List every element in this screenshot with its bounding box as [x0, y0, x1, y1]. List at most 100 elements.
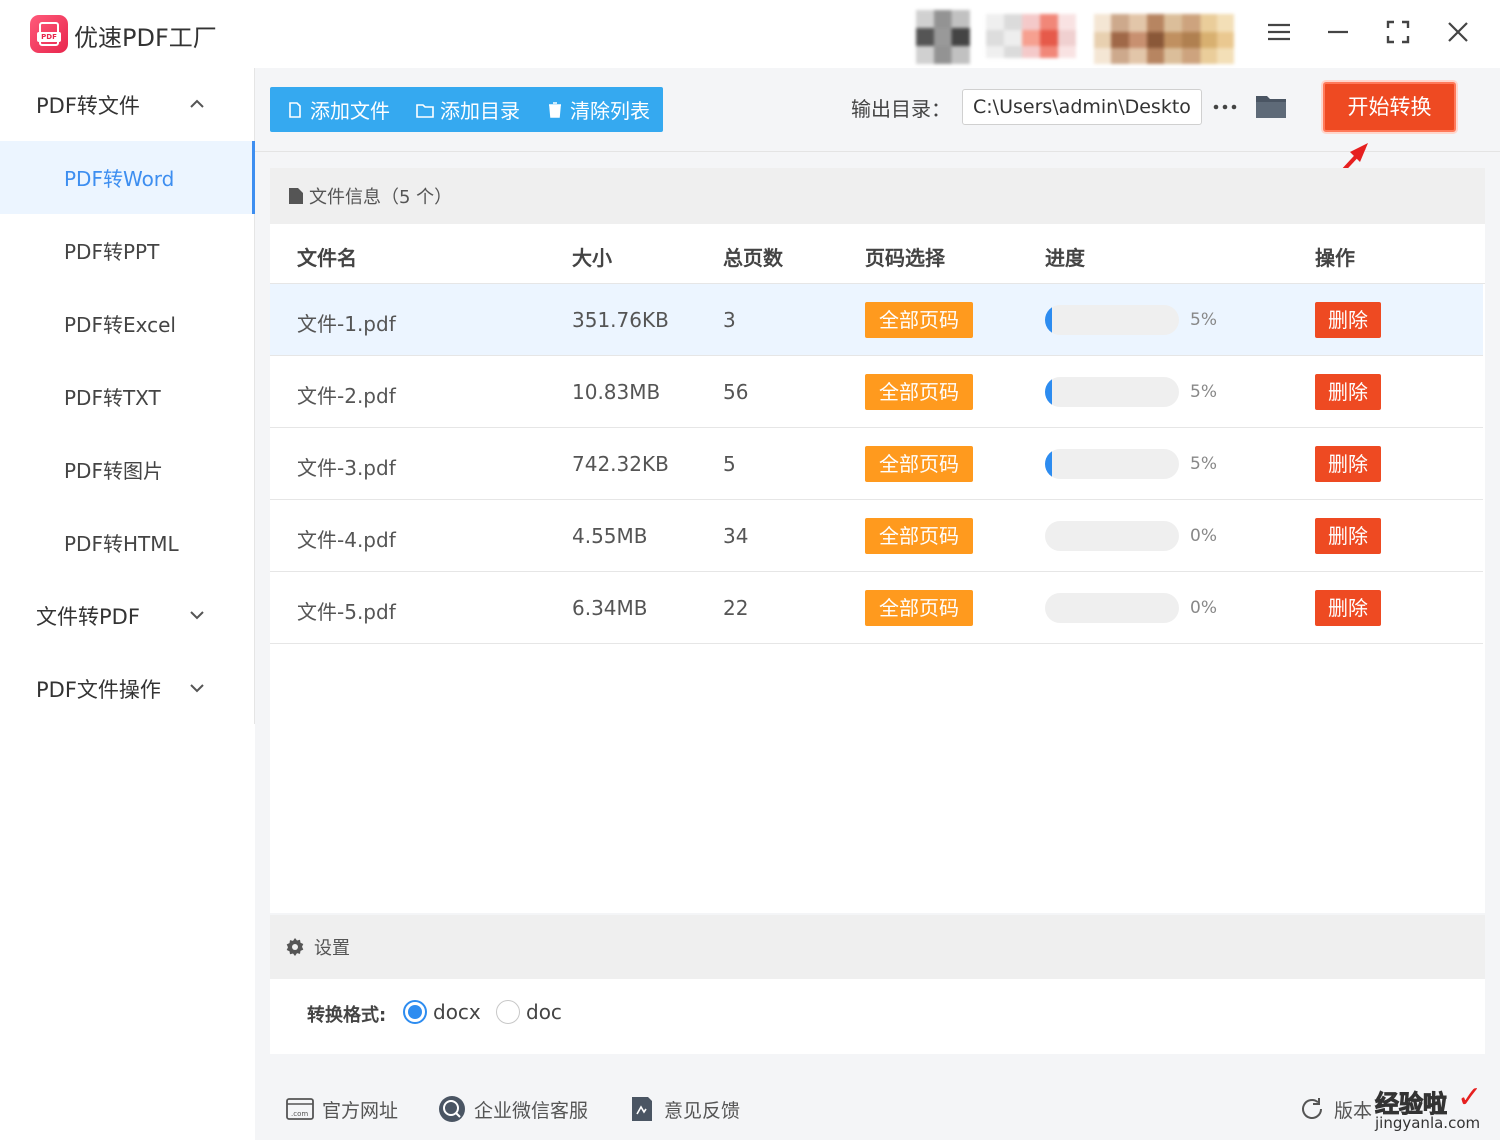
table-row[interactable]: 文件-3.pdf 742.32KB 5 全部页码 5% 删除 — [270, 428, 1483, 500]
progress-text: 5% — [1190, 454, 1217, 474]
sidebar-group-label: PDF转文件 — [36, 93, 140, 118]
page-select-button[interactable]: 全部页码 — [865, 446, 973, 482]
clear-list-button[interactable]: 清除列表 — [546, 87, 650, 132]
table-row[interactable]: 文件-1.pdf 351.76KB 3 全部页码 5% 删除 — [270, 284, 1483, 356]
page-select-button[interactable]: 全部页码 — [865, 590, 973, 626]
open-folder-icon[interactable] — [1254, 90, 1288, 122]
format-radio-doc[interactable]: doc — [496, 1000, 562, 1024]
delete-button[interactable]: 删除 — [1315, 302, 1381, 338]
page-select-button[interactable]: 全部页码 — [865, 302, 973, 338]
wechat-label: 企业微信客服 — [474, 1099, 589, 1122]
table-row[interactable]: 文件-5.pdf 6.34MB 22 全部页码 0% 删除 — [270, 572, 1483, 644]
menu-icon[interactable] — [1264, 17, 1294, 47]
sidebar-item-pdf-to-html[interactable]: PDF转HTML — [0, 506, 255, 579]
sidebar-group-label: PDF文件操作 — [36, 677, 161, 702]
footer: .com 官方网址 企业微信客服 意见反馈 版本 — [255, 1072, 1500, 1140]
sidebar-item-pdf-to-txt[interactable]: PDF转TXT — [0, 360, 255, 433]
document-icon — [289, 188, 303, 204]
sidebar-item-pdf-to-word[interactable]: PDF转Word — [0, 141, 255, 214]
radio-circle — [403, 1000, 427, 1024]
title-bar: PDF 优速PDF工厂 — [0, 0, 1500, 68]
column-header-pages: 总页数 — [723, 246, 783, 270]
minimize-icon[interactable] — [1323, 17, 1353, 47]
watermark-url: jingyanla.com — [1375, 1114, 1481, 1132]
file-name: 文件-4.pdf — [297, 528, 396, 552]
progress-fill — [1045, 377, 1052, 407]
file-size: 742.32KB — [572, 452, 669, 476]
progress-bar — [1045, 305, 1179, 335]
chevron-down-icon — [190, 611, 204, 620]
sidebar-item-pdf-to-excel[interactable]: PDF转Excel — [0, 287, 255, 360]
sidebar-item-pdf-to-image[interactable]: PDF转图片 — [0, 433, 255, 506]
page-count: 22 — [723, 596, 749, 620]
sidebar-item-label: PDF转HTML — [64, 532, 179, 556]
file-size: 6.34MB — [572, 596, 648, 620]
wechat-service-link[interactable]: 企业微信客服 — [437, 1094, 588, 1124]
feedback-label: 意见反馈 — [664, 1099, 741, 1122]
app-title: 优速PDF工厂 — [74, 24, 217, 52]
delete-button[interactable]: 删除 — [1315, 590, 1381, 626]
progress-fill — [1045, 305, 1052, 335]
column-header-size: 大小 — [572, 246, 612, 270]
convert-format-label: 转换格式: — [307, 1005, 387, 1026]
chevron-up-icon — [190, 99, 204, 108]
sidebar-item-label: PDF转PPT — [64, 240, 160, 264]
version-label: 版本 — [1334, 1099, 1373, 1122]
close-icon[interactable] — [1443, 17, 1473, 47]
progress-text: 0% — [1190, 526, 1217, 546]
radio-circle — [496, 1000, 520, 1024]
wechat-icon — [439, 1096, 465, 1122]
add-file-button[interactable]: 添加文件 — [286, 87, 390, 132]
delete-button[interactable]: 删除 — [1315, 446, 1381, 482]
folder-outline-icon — [416, 103, 434, 118]
start-convert-button[interactable]: 开始转换 — [1323, 82, 1456, 132]
feedback-icon — [632, 1097, 652, 1121]
refresh-icon — [1302, 1098, 1322, 1119]
sidebar-item-label: PDF转Excel — [64, 313, 176, 337]
add-directory-button[interactable]: 添加目录 — [416, 87, 520, 132]
sidebar-item-label: PDF转图片 — [64, 459, 163, 483]
settings-body: 转换格式: docx doc — [270, 979, 1485, 1054]
page-count: 5 — [723, 452, 736, 476]
sidebar-group-file-to-pdf[interactable]: 文件转PDF — [0, 579, 255, 652]
radio-label: doc — [526, 1000, 562, 1024]
sidebar-group-pdf-operations[interactable]: PDF文件操作 — [0, 652, 255, 725]
clear-list-label: 清除列表 — [570, 99, 650, 123]
sidebar-item-pdf-to-ppt[interactable]: PDF转PPT — [0, 214, 255, 287]
file-icon — [289, 101, 301, 118]
version-check-link[interactable]: 版本 — [1297, 1094, 1372, 1124]
sidebar-empty-area — [0, 724, 255, 1140]
gear-icon — [286, 938, 304, 956]
settings-title: 设置 — [314, 938, 350, 959]
progress-text: 5% — [1190, 310, 1217, 330]
page-count: 56 — [723, 380, 749, 404]
sidebar-group-pdf-to-file[interactable]: PDF转文件 — [0, 68, 255, 141]
more-options-icon[interactable] — [1210, 92, 1240, 122]
table-row[interactable]: 文件-4.pdf 4.55MB 34 全部页码 0% 删除 — [270, 500, 1483, 572]
output-directory-input[interactable]: C:\Users\admin\Deskto — [962, 89, 1202, 125]
progress-bar — [1045, 377, 1179, 407]
add-directory-label: 添加目录 — [440, 99, 520, 123]
page-select-button[interactable]: 全部页码 — [865, 518, 973, 554]
file-tool-group: 添加文件 添加目录 清除列表 — [270, 87, 663, 132]
file-name: 文件-2.pdf — [297, 384, 396, 408]
page-count: 3 — [723, 308, 736, 332]
file-info-title: 文件信息（5 个） — [309, 187, 453, 208]
sidebar-item-label: PDF转Word — [64, 167, 175, 191]
sidebar: PDF转文件 PDF转Word PDF转PPT PDF转Excel PDF转TX… — [0, 68, 255, 724]
file-name: 文件-5.pdf — [297, 600, 396, 624]
delete-button[interactable]: 删除 — [1315, 374, 1381, 410]
progress-text: 0% — [1190, 598, 1217, 618]
table-row[interactable]: 文件-2.pdf 10.83MB 56 全部页码 5% 删除 — [270, 356, 1483, 428]
page-select-button[interactable]: 全部页码 — [865, 374, 973, 410]
format-radio-docx[interactable]: docx — [403, 1000, 481, 1024]
website-icon: .com — [286, 1098, 314, 1120]
feedback-link[interactable]: 意见反馈 — [627, 1094, 740, 1124]
chevron-down-icon — [190, 684, 204, 693]
blurred-user-info — [916, 10, 1236, 64]
add-file-label: 添加文件 — [310, 99, 390, 123]
official-website-link[interactable]: .com 官方网址 — [285, 1094, 398, 1124]
delete-button[interactable]: 删除 — [1315, 518, 1381, 554]
page-count: 34 — [723, 524, 749, 548]
maximize-icon[interactable] — [1383, 17, 1413, 47]
